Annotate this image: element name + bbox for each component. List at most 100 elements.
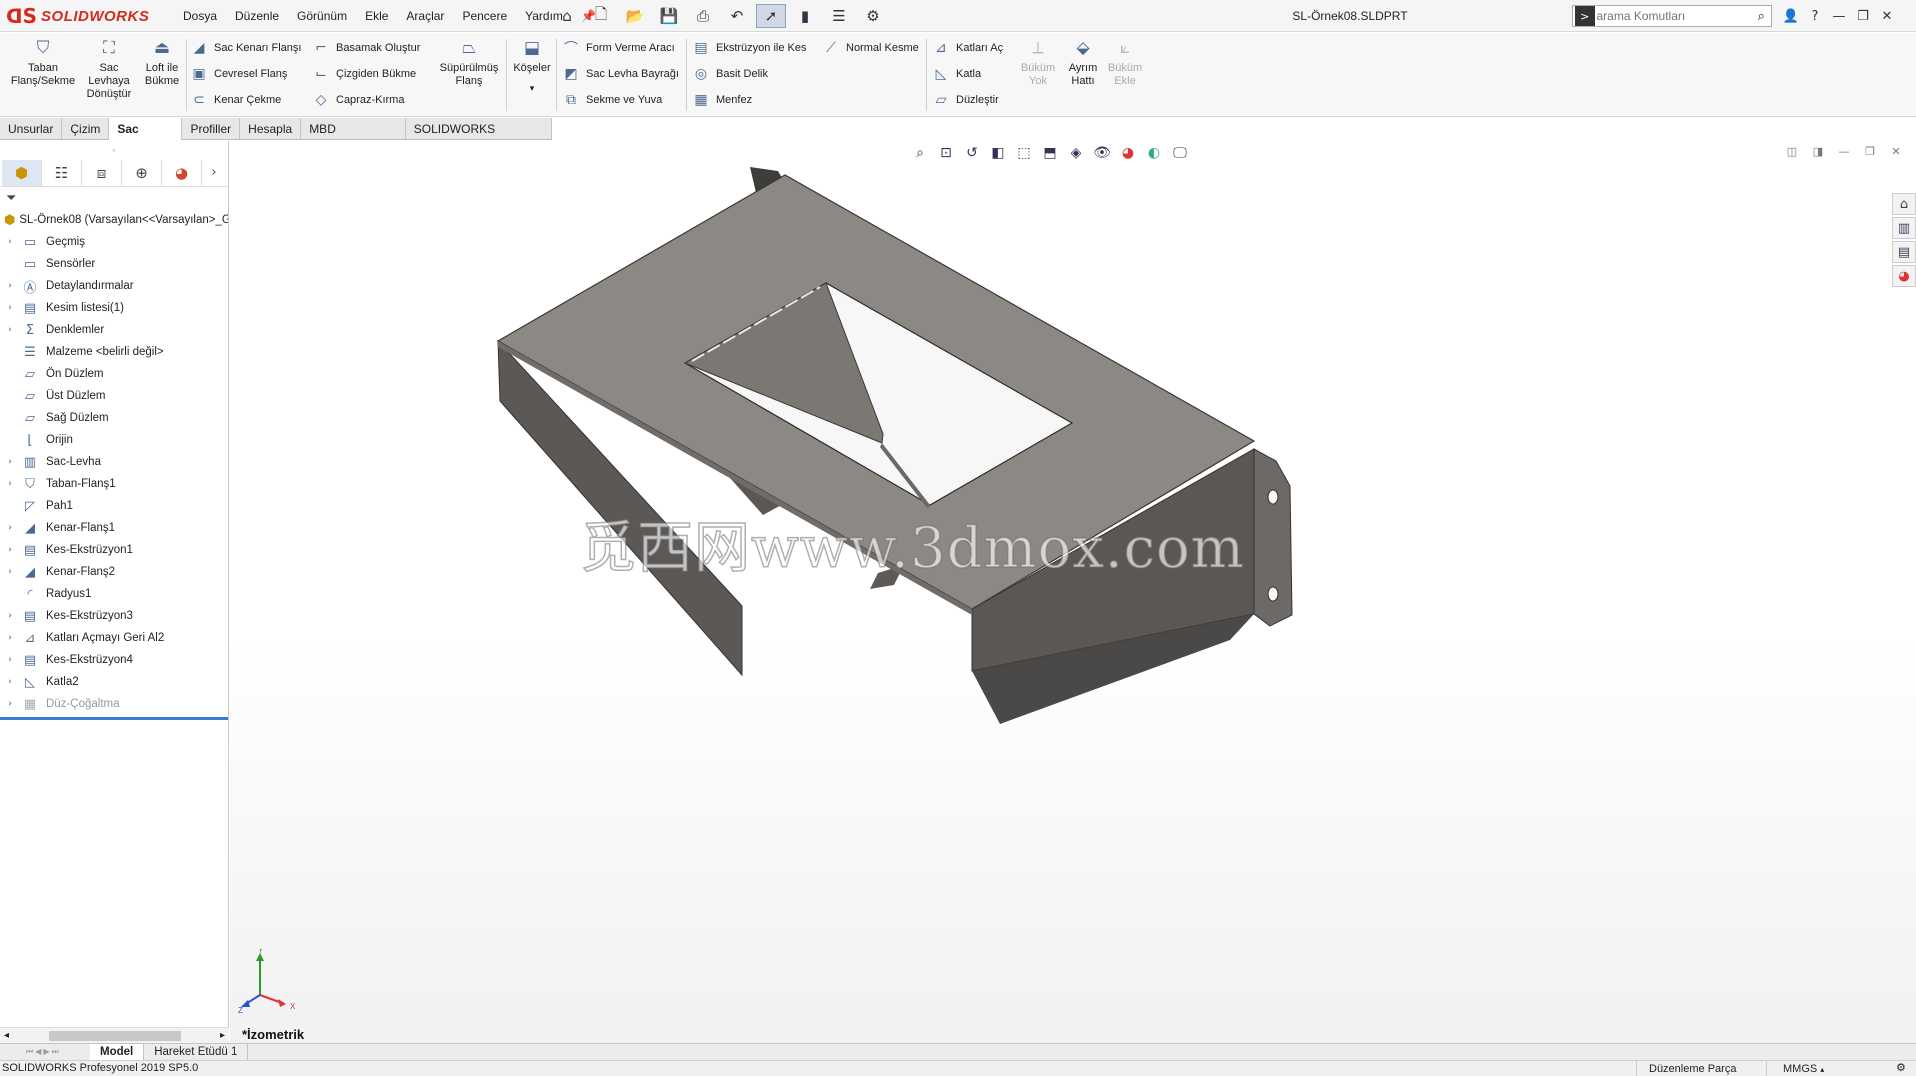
rollback-bar[interactable] bbox=[0, 717, 228, 720]
menu-araclar[interactable]: Araçlar bbox=[397, 9, 453, 23]
status-settings-icon[interactable]: ⚙ bbox=[1896, 1061, 1906, 1074]
solidworks-logo[interactable]: ꓷS SOLIDWORKS bbox=[6, 2, 154, 30]
configuration-manager-tab[interactable]: ⧈ bbox=[82, 159, 122, 186]
normal-kesme-button[interactable]: ⟋ Normal Kesme bbox=[822, 37, 919, 59]
katla-button[interactable]: ◺ Katla bbox=[932, 63, 981, 85]
expand-arrow-icon[interactable]: › bbox=[0, 655, 20, 665]
print-icon[interactable]: ⎙ bbox=[688, 4, 718, 28]
tree-item-sensorler[interactable]: ▭ Sensörler bbox=[0, 253, 228, 275]
tree-item-sag-duzlem[interactable]: ▱ Sağ Düzlem bbox=[0, 407, 228, 429]
select-cursor-icon[interactable]: ➚ bbox=[756, 4, 786, 28]
tree-item-taban-flans1[interactable]: › ⛉ Taban-Flanş1 bbox=[0, 473, 228, 495]
reference-triad[interactable]: Y X Z bbox=[238, 949, 302, 1013]
tab-solidworks-eklentileri[interactable]: SOLIDWORKS Eklentileri bbox=[406, 118, 552, 158]
tab-hesapla[interactable]: Hesapla bbox=[240, 118, 302, 140]
tree-item-radyus1[interactable]: ◜ Radyus1 bbox=[0, 583, 228, 605]
first-tab-icon[interactable]: ⏮ bbox=[26, 1047, 33, 1057]
ekstruzyon-ile-kes-button[interactable]: ▤ Ekstrüzyon ile Kes bbox=[692, 37, 806, 59]
tree-item-ust-duzlem[interactable]: ▱ Üst Düzlem bbox=[0, 385, 228, 407]
sekme-ve-yuva-button[interactable]: ⧉ Sekme ve Yuva bbox=[562, 89, 662, 111]
tree-item-kenar-flans2[interactable]: › ◢ Kenar-Flanş2 bbox=[0, 561, 228, 583]
undo-icon[interactable]: ↶ bbox=[722, 4, 752, 28]
duzlestir-button[interactable]: ▱ Düzleştir bbox=[932, 89, 999, 111]
graphics-area[interactable]: ⌕ ⊡ ↺ ◧ ⬚ ⬒ ◈ 👁 ◕ ◐ 🖵 ◫ ◨ — ❐ ✕ ⌂ ▥ ▤ ◕ bbox=[230, 141, 1916, 1043]
basamak-olustur-button[interactable]: ⌐ Basamak Oluştur bbox=[312, 37, 420, 59]
more-tabs-chevron[interactable]: › bbox=[202, 160, 226, 186]
tree-item-duz-cogaltma[interactable]: › ▦ Düz-Çoğaltma bbox=[0, 693, 228, 715]
tree-filter[interactable]: ⏷ bbox=[0, 187, 228, 209]
expand-arrow-icon[interactable]: › bbox=[0, 699, 20, 709]
cevresel-flans-button[interactable]: ▣ Cevresel Flanş bbox=[190, 63, 287, 85]
expand-arrow-icon[interactable]: › bbox=[0, 457, 20, 467]
expand-arrow-icon[interactable]: › bbox=[0, 523, 20, 533]
tree-item-kes-ekstruzyon3[interactable]: › ▤ Kes-Ekstrüzyon3 bbox=[0, 605, 228, 627]
menu-ekle[interactable]: Ekle bbox=[356, 9, 397, 23]
next-tab-icon[interactable]: ▶ bbox=[43, 1047, 49, 1057]
expand-arrow-icon[interactable]: › bbox=[0, 611, 20, 621]
bukum-yok-button[interactable]: ⟂ Büküm Yok bbox=[1020, 37, 1056, 88]
tree-root-part[interactable]: ⬢ SL-Örnek08 (Varsayılan<<Varsayılan>_Gö bbox=[0, 209, 228, 231]
ayrim-hatti-button[interactable]: ⬙ Ayrım Hattı bbox=[1064, 37, 1102, 88]
property-manager-tab[interactable]: ☷ bbox=[42, 159, 82, 186]
expand-arrow-icon[interactable]: › bbox=[0, 545, 20, 555]
form-verme-araci-button[interactable]: ⌒ Form Verme Aracı bbox=[562, 37, 675, 59]
taban-flans-button[interactable]: ⛉ Taban Flanş/Sekme bbox=[8, 37, 78, 88]
bukum-ekle-button[interactable]: ⟀ Büküm Ekle bbox=[1106, 37, 1144, 88]
tree-item-kes-ekstruzyon4[interactable]: › ▤ Kes-Ekstrüzyon4 bbox=[0, 649, 228, 671]
user-icon[interactable]: 👤 bbox=[1780, 5, 1802, 27]
display-manager-tab[interactable]: ◕ bbox=[162, 159, 202, 186]
panel-horizontal-scrollbar[interactable]: ◂ ▸ bbox=[0, 1027, 229, 1043]
tree-item-on-duzlem[interactable]: ▱ Ön Düzlem bbox=[0, 363, 228, 385]
koseler-button[interactable]: ⬓ Köşeler ▾ bbox=[510, 37, 554, 96]
tab-sac-levha[interactable]: Sac Levha bbox=[109, 118, 183, 158]
tree-item-katlari-acmayi-geri-al2[interactable]: › ⊿ Katları Açmayı Geri Al2 bbox=[0, 627, 228, 649]
tree-item-kesim-listesi[interactable]: › ▤ Kesim listesi(1) bbox=[0, 297, 228, 319]
tree-item-pah1[interactable]: ◸ Pah1 bbox=[0, 495, 228, 517]
expand-arrow-icon[interactable]: › bbox=[0, 479, 20, 489]
sac-levhaya-donustur-button[interactable]: ⛶ Sac Levhaya Dönüştür bbox=[80, 37, 138, 101]
tree-item-kes-ekstruzyon1[interactable]: › ▤ Kes-Ekstrüzyon1 bbox=[0, 539, 228, 561]
menu-duzenle[interactable]: Düzenle bbox=[226, 9, 288, 23]
tree-item-sac-levha[interactable]: › ▥ Sac-Levha bbox=[0, 451, 228, 473]
unit-system-selector[interactable]: MMGS ▴ bbox=[1766, 1061, 1892, 1076]
tab-motion-study-1[interactable]: Hareket Etüdü 1 bbox=[144, 1043, 249, 1061]
dimxpert-manager-tab[interactable]: ⊕ bbox=[122, 159, 162, 186]
sheet-metal-part-model[interactable] bbox=[230, 141, 1916, 1043]
expand-arrow-icon[interactable]: › bbox=[0, 567, 20, 577]
tree-item-katla2[interactable]: › ◺ Katla2 bbox=[0, 671, 228, 693]
open-folder-icon[interactable]: 📂 bbox=[620, 4, 650, 28]
options-gear-icon[interactable]: ⚙ bbox=[858, 4, 888, 28]
expand-arrow-icon[interactable]: › bbox=[0, 237, 20, 247]
tab-model[interactable]: Model bbox=[90, 1043, 145, 1061]
menu-gorunum[interactable]: Görünüm bbox=[288, 9, 356, 23]
tree-item-gecmis[interactable]: › ▭ Geçmiş bbox=[0, 231, 228, 253]
help-icon[interactable]: ? bbox=[1804, 5, 1826, 27]
new-document-icon[interactable]: 🗋 bbox=[586, 4, 616, 28]
koseler-dropdown-icon[interactable]: ▾ bbox=[530, 83, 535, 96]
tree-item-denklemler[interactable]: › Σ Denklemler bbox=[0, 319, 228, 341]
menu-pencere[interactable]: Pencere bbox=[453, 9, 516, 23]
tree-item-kenar-flans1[interactable]: › ◢ Kenar-Flanş1 bbox=[0, 517, 228, 539]
restore-icon[interactable]: ❐ bbox=[1852, 5, 1874, 27]
home-icon[interactable]: ⌂ bbox=[552, 4, 582, 28]
menfez-button[interactable]: ▦ Menfez bbox=[692, 89, 752, 111]
capraz-kirma-button[interactable]: ◇ Capraz-Kırma bbox=[312, 89, 405, 111]
minimize-icon[interactable]: — bbox=[1828, 5, 1850, 27]
expand-arrow-icon[interactable]: › bbox=[0, 303, 20, 313]
traffic-light-icon[interactable]: ▮ bbox=[790, 4, 820, 28]
expand-arrow-icon[interactable]: › bbox=[0, 281, 20, 291]
sac-kenari-flansi-button[interactable]: ◢ Sac Kenarı Flanşı bbox=[190, 37, 302, 59]
scroll-right-icon[interactable]: ▸ bbox=[220, 1030, 225, 1041]
search-icon[interactable]: ⌕ bbox=[1752, 9, 1772, 24]
katlari-ac-button[interactable]: ⊿ Katları Aç bbox=[932, 37, 1003, 59]
menu-dosya[interactable]: Dosya bbox=[174, 9, 226, 23]
scroll-thumb[interactable] bbox=[48, 1030, 181, 1041]
tree-item-detaylandirmalar[interactable]: › Ⓐ Detaylandırmalar bbox=[0, 275, 228, 297]
loft-bukme-button[interactable]: ⏏ Loft ile Bükme bbox=[140, 37, 184, 88]
tab-unsurlar[interactable]: Unsurlar bbox=[0, 118, 63, 140]
tree-item-malzeme[interactable]: ☰ Malzeme <belirli değil> bbox=[0, 341, 228, 363]
expand-arrow-icon[interactable]: › bbox=[0, 325, 20, 335]
panel-grip-handle[interactable]: ◦ bbox=[0, 141, 228, 159]
tab-cizim[interactable]: Çizim bbox=[62, 118, 110, 140]
tab-profiller[interactable]: Profiller bbox=[182, 118, 241, 140]
